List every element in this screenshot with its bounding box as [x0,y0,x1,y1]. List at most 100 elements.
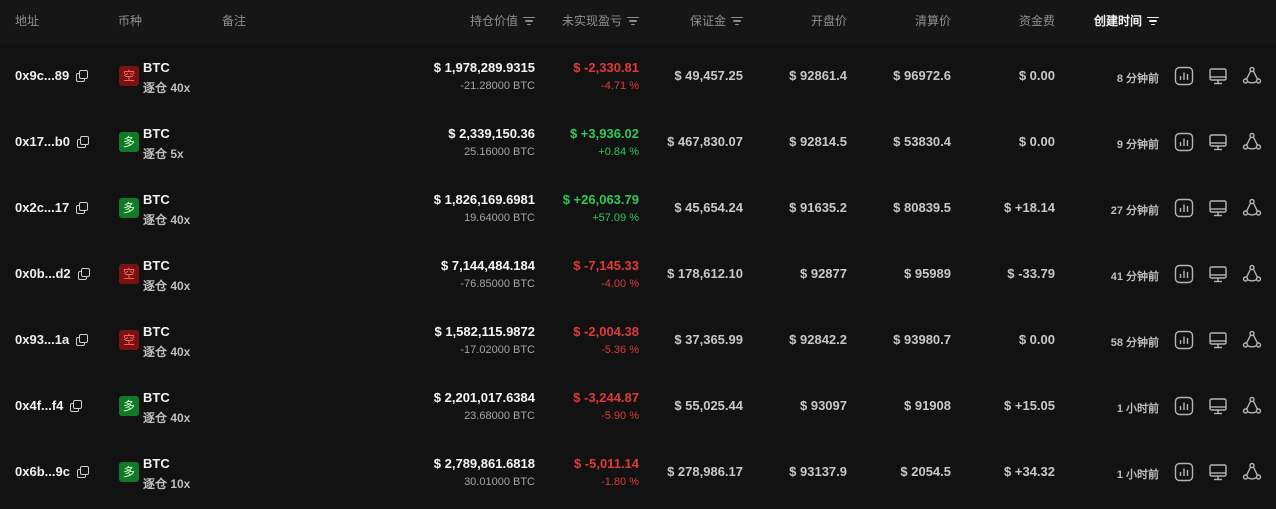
position-value: $ 1,978,289.9315 [433,60,535,75]
position-value: $ 2,789,861.6818 [433,456,535,471]
address[interactable]: 0x6b...9c [15,464,89,479]
chart-bars-icon[interactable] [1174,396,1194,416]
funding-fee: $ +15.05 [1004,398,1055,413]
unrealized-pnl: $ -7,145.33 [573,258,639,273]
coin-name: BTC [143,324,170,339]
position-size: 25.16000 BTC [464,146,535,158]
position-value: $ 7,144,484.184 [441,258,535,273]
positions-table: 地址 币种 备注 持仓价值 未实现盈亏 保证金 开盘价 清算价 资金费 创建时间… [0,0,1276,509]
header-position-value[interactable]: 持仓价值 [470,0,535,44]
pnl-percent: -4.71 % [601,80,639,92]
chart-bars-icon[interactable] [1174,198,1194,218]
address[interactable]: 0x0b...d2 [15,266,90,281]
funding-fee: $ 0.00 [1018,68,1055,83]
header-funding: 资金费 [1018,14,1055,28]
table-row[interactable]: 0x6b...9c 多 BTC 逐仓 10x $ 2,789,861.6818 … [0,440,1276,506]
share-nodes-icon[interactable] [1242,132,1262,152]
open-price: $ 92842.2 [789,332,847,347]
unrealized-pnl: $ -2,330.81 [573,60,639,75]
address[interactable]: 0x2c...17 [15,200,89,215]
chart-bars-icon[interactable] [1174,330,1194,350]
share-nodes-icon[interactable] [1242,198,1262,218]
sort-icon [731,16,743,26]
chart-bars-icon[interactable] [1174,264,1194,284]
share-nodes-icon[interactable] [1242,396,1262,416]
margin: $ 45,654.24 [674,200,743,215]
share-nodes-icon[interactable] [1242,66,1262,86]
funding-fee: $ 0.00 [1018,332,1055,347]
coin-name: BTC [143,258,170,273]
share-nodes-icon[interactable] [1242,264,1262,284]
side-badge: 多 [119,132,139,152]
header-address: 地址 [15,14,40,28]
leverage: 逐仓 40x [143,213,191,227]
monitor-icon[interactable] [1208,462,1228,482]
pnl-percent: -5.36 % [601,344,639,356]
margin: $ 49,457.25 [674,68,743,83]
copy-icon[interactable] [76,466,89,478]
share-nodes-icon[interactable] [1242,330,1262,350]
pnl-percent: +0.84 % [598,146,639,158]
copy-icon[interactable] [77,268,90,280]
sort-icon [1147,16,1159,26]
header-unrealized-pnl[interactable]: 未实现盈亏 [562,0,639,44]
monitor-icon[interactable] [1208,330,1228,350]
monitor-icon[interactable] [1208,132,1228,152]
funding-fee: $ +34.32 [1004,464,1055,479]
table-row[interactable]: 0x17...b0 多 BTC 逐仓 5x $ 2,339,150.36 25.… [0,110,1276,176]
chart-bars-icon[interactable] [1174,132,1194,152]
coin-name: BTC [143,60,170,75]
unrealized-pnl: $ -2,004.38 [573,324,639,339]
table-row[interactable]: 0x4f...f4 多 BTC 逐仓 40x $ 2,201,017.6384 … [0,374,1276,440]
liq-price: $ 80839.5 [893,200,951,215]
side-badge: 多 [119,462,139,482]
coin-name: BTC [143,390,170,405]
monitor-icon[interactable] [1208,396,1228,416]
open-price: $ 91635.2 [789,200,847,215]
table-row[interactable]: 0x2c...17 多 BTC 逐仓 40x $ 1,826,169.6981 … [0,176,1276,242]
pnl-percent: -4.00 % [601,278,639,290]
created-time: 58 分钟前 [1110,337,1159,349]
monitor-icon[interactable] [1208,198,1228,218]
header-margin[interactable]: 保证金 [690,0,743,44]
position-size: -76.85000 BTC [460,278,535,290]
chart-bars-icon[interactable] [1174,462,1194,482]
margin: $ 37,365.99 [674,332,743,347]
margin: $ 178,612.10 [667,266,743,281]
address[interactable]: 0x4f...f4 [15,398,83,413]
table-header: 地址 币种 备注 持仓价值 未实现盈亏 保证金 开盘价 清算价 资金费 创建时间 [0,0,1276,44]
copy-icon[interactable] [76,136,89,148]
address[interactable]: 0x17...b0 [15,134,89,149]
copy-icon[interactable] [76,334,89,346]
table-row[interactable]: 0x93...1a 空 BTC 逐仓 40x $ 1,582,115.9872 … [0,308,1276,374]
side-badge: 多 [119,396,139,416]
position-size: 19.64000 BTC [464,212,535,224]
open-price: $ 92861.4 [789,68,847,83]
monitor-icon[interactable] [1208,66,1228,86]
monitor-icon[interactable] [1208,264,1228,284]
header-note: 备注 [222,14,247,28]
copy-icon[interactable] [70,400,83,412]
liq-price: $ 93980.7 [893,332,951,347]
funding-fee: $ 0.00 [1018,134,1055,149]
liq-price: $ 95989 [904,266,951,281]
header-created-time[interactable]: 创建时间 [1094,0,1159,44]
leverage: 逐仓 10x [143,477,191,491]
open-price: $ 93097 [800,398,847,413]
table-row[interactable]: 0x0b...d2 空 BTC 逐仓 40x $ 7,144,484.184 -… [0,242,1276,308]
chart-bars-icon[interactable] [1174,66,1194,86]
address[interactable]: 0x93...1a [15,332,89,347]
share-nodes-icon[interactable] [1242,462,1262,482]
header-open-price: 开盘价 [810,14,847,28]
address[interactable]: 0x9c...89 [15,68,89,83]
side-badge: 空 [119,66,139,86]
open-price: $ 93137.9 [789,464,847,479]
position-value: $ 1,826,169.6981 [433,192,535,207]
side-badge: 空 [119,264,139,284]
table-row[interactable]: 0x9c...89 空 BTC 逐仓 40x $ 1,978,289.9315 … [0,44,1276,110]
position-size: 30.01000 BTC [464,476,535,488]
copy-icon[interactable] [76,202,89,214]
copy-icon[interactable] [76,70,89,82]
liq-price: $ 2054.5 [900,464,951,479]
open-price: $ 92877 [800,266,847,281]
